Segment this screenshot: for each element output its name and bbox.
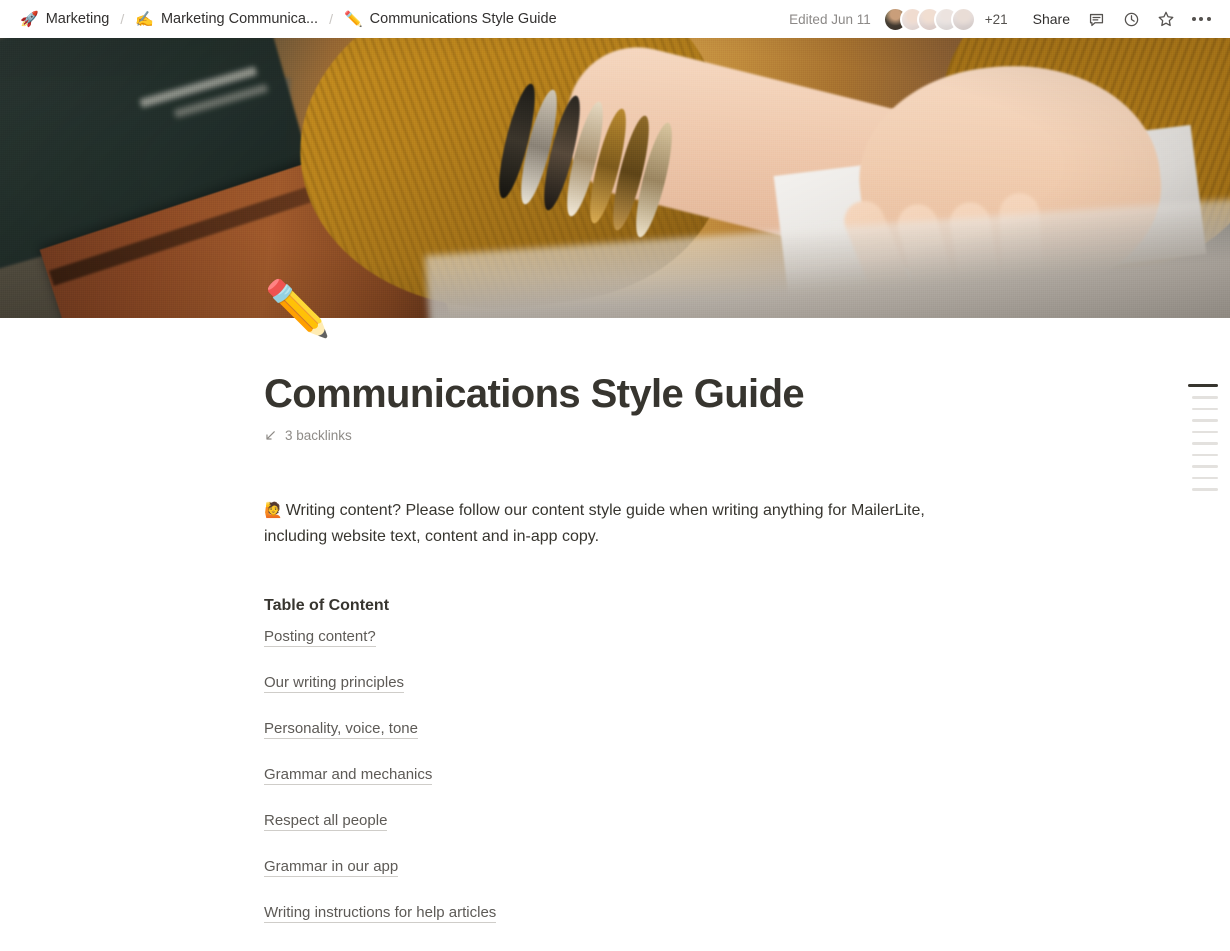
pencil-icon: ✏️ [343, 10, 363, 28]
raising-hand-icon: 🙋 [264, 502, 283, 520]
comment-icon[interactable] [1081, 4, 1111, 34]
breadcrumb-separator: / [329, 11, 333, 27]
outline-dash[interactable] [1192, 430, 1218, 433]
breadcrumb-item-communications-style-guide[interactable]: ✏️ Communications Style Guide [342, 9, 559, 29]
history-clock-icon[interactable] [1116, 4, 1146, 34]
outline-dash[interactable] [1192, 476, 1218, 479]
toc-link[interactable]: Grammar and mechanics [264, 767, 433, 785]
outline-dash[interactable] [1188, 384, 1218, 387]
toc-link[interactable]: Personality, voice, tone [264, 721, 418, 739]
page-body: ✏️ Communications Style Guide 3 backlink… [0, 282, 1230, 951]
backlinks-button[interactable]: 3 backlinks [264, 428, 352, 443]
avatar[interactable] [950, 6, 976, 32]
top-bar: 🚀 Marketing / ✍️ Marketing Communica... … [0, 0, 1230, 38]
breadcrumb-item-marketing-communications[interactable]: ✍️ Marketing Communica... [133, 9, 320, 29]
arrow-down-left-icon [266, 431, 275, 440]
share-button[interactable]: Share [1027, 7, 1076, 31]
breadcrumb-label: Marketing Communica... [160, 11, 319, 27]
toolbar: Edited Jun 11 +21 Share [789, 0, 1216, 38]
outline-dash[interactable] [1192, 396, 1218, 399]
rocket-icon: 🚀 [20, 10, 39, 28]
breadcrumb-separator: / [120, 11, 125, 27]
toc-link[interactable]: Grammar in our app [264, 859, 399, 877]
toc-link[interactable]: Our writing principles [264, 675, 405, 693]
table-of-content-heading: Table of Content [264, 597, 390, 614]
writing-hand-icon: ✍️ [135, 10, 154, 28]
breadcrumb-item-marketing[interactable]: 🚀 Marketing [18, 9, 111, 29]
breadcrumb-label: Communications Style Guide [369, 11, 557, 27]
intro-text: Writing content? Please follow our conte… [264, 502, 925, 546]
outline-dash[interactable] [1192, 453, 1218, 456]
breadcrumb: 🚀 Marketing / ✍️ Marketing Communica... … [18, 0, 559, 38]
toc-link[interactable]: Respect all people [264, 813, 388, 831]
page-icon-pencil-icon[interactable]: ✏️ [264, 282, 331, 336]
cover-image[interactable] [0, 38, 1230, 318]
star-icon[interactable] [1151, 4, 1181, 34]
outline-dash[interactable] [1192, 419, 1218, 422]
table-of-content-list: Posting content? Our writing principles … [264, 629, 944, 923]
outline-dash[interactable] [1192, 407, 1218, 410]
cover-book-title-blur [139, 66, 258, 108]
toc-link[interactable]: Writing instructions for help articles [264, 905, 497, 923]
outline-dash[interactable] [1192, 488, 1218, 491]
collaborator-avatars[interactable] [882, 6, 976, 32]
page-title[interactable]: Communications Style Guide [264, 318, 944, 418]
more-options-dots [1191, 17, 1211, 21]
last-edited-label: Edited Jun 11 [789, 11, 871, 27]
document-outline-minimap[interactable] [1184, 384, 1218, 491]
more-options-icon[interactable] [1186, 4, 1216, 34]
page-content: ✏️ Communications Style Guide 3 backlink… [264, 282, 944, 923]
backlinks-label: 3 backlinks [285, 428, 352, 444]
outline-dash[interactable] [1192, 465, 1218, 468]
intro-paragraph[interactable]: 🙋 Writing content? Please follow our cont… [264, 498, 944, 550]
outline-dash[interactable] [1192, 442, 1218, 445]
toc-link[interactable]: Posting content? [264, 629, 376, 647]
breadcrumb-label: Marketing [45, 11, 110, 27]
collaborator-overflow-count[interactable]: +21 [985, 12, 1008, 27]
